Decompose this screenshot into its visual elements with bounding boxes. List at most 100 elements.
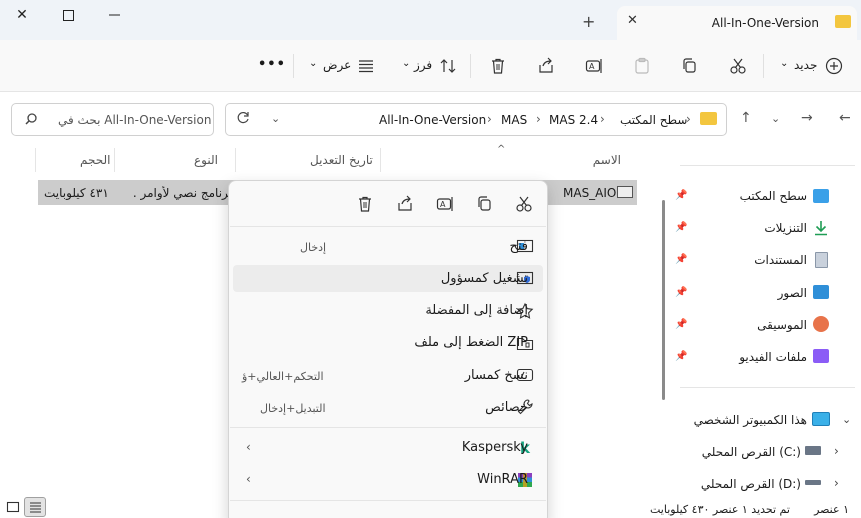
tab-title: All-In-One-Version — [711, 16, 819, 30]
new-item-icon[interactable] — [823, 55, 845, 77]
toolbar-divider — [763, 54, 764, 78]
this-pc-icon — [812, 412, 830, 426]
breadcrumb-separator: › — [600, 112, 605, 126]
forward-button[interactable]: → — [801, 110, 813, 126]
sidebar-item-videos[interactable]: ملفات الفيديو — [739, 350, 807, 364]
sidebar-item-drive-c[interactable]: القرص المحلي (C:) — [702, 445, 801, 459]
menu-shortcut-properties: التبديل+إدخال — [260, 402, 326, 415]
tiles-view-button[interactable] — [6, 500, 20, 514]
sidebar-item-this-pc[interactable]: هذا الكمبيوتر الشخصي — [694, 413, 807, 427]
menu-item-open[interactable]: فتح — [509, 239, 528, 254]
copy-icon[interactable] — [679, 55, 701, 77]
column-divider[interactable] — [35, 148, 36, 172]
column-divider[interactable] — [114, 148, 115, 172]
share-icon[interactable] — [535, 55, 557, 77]
minimize-window-button[interactable] — [103, 4, 125, 26]
refresh-button[interactable] — [236, 111, 250, 125]
cut-icon[interactable] — [727, 55, 749, 77]
menu-item-properties[interactable]: خصائص — [485, 400, 528, 415]
breadcrumb-separator: › — [536, 112, 541, 126]
status-selection: تم تحديد ١ عنصر ٤٣٠ كيلوبايت — [650, 503, 790, 516]
column-header-size[interactable]: الحجم — [80, 153, 110, 167]
pin-icon: 📌 — [675, 319, 688, 330]
breadcrumb-desktop[interactable]: سطح المكتب — [620, 113, 687, 127]
column-divider[interactable] — [235, 148, 236, 172]
toolbar-divider — [293, 54, 294, 78]
column-divider[interactable] — [380, 148, 381, 172]
folder-icon — [700, 112, 717, 125]
menu-item-compress-zip[interactable]: الضغط إلى ملف ZIP — [414, 335, 528, 350]
pin-icon: 📌 — [675, 351, 688, 362]
chevron-left-icon: ‹ — [246, 440, 251, 454]
new-button[interactable]: جديد — [794, 58, 817, 72]
new-tab-button[interactable]: + — [582, 12, 595, 31]
breadcrumb-current[interactable]: All-In-One-Version — [379, 113, 486, 127]
chevron-down-icon[interactable]: ⌄ — [309, 58, 317, 69]
chevron-right-icon[interactable]: › — [834, 476, 839, 490]
breadcrumb-mas24[interactable]: MAS 2.4 — [549, 113, 598, 127]
menu-item-run-as-admin[interactable]: تشغيل كمسؤول — [441, 271, 528, 286]
column-header-modified[interactable]: تاريخ التعديل — [310, 153, 373, 167]
sidebar-item-drive-d[interactable]: القرص المحلي (D:) — [701, 477, 801, 491]
details-view-button[interactable] — [24, 497, 46, 517]
menu-item-kaspersky[interactable]: Kaspersky — [462, 440, 528, 455]
delete-icon[interactable] — [356, 195, 374, 213]
menu-item-winrar[interactable]: WinRAR — [477, 472, 528, 487]
pin-icon: 📌 — [675, 222, 688, 233]
chevron-right-icon[interactable]: › — [834, 444, 839, 458]
maximize-window-button[interactable] — [57, 4, 79, 26]
rename-icon[interactable]: A — [436, 195, 454, 213]
chevron-left-icon: ‹ — [246, 472, 251, 486]
menu-item-copy-as-path[interactable]: نسخ كمسار — [465, 368, 528, 383]
search-placeholder: بحث في All-In-One-Version — [58, 113, 212, 127]
batch-file-icon — [617, 186, 633, 198]
menu-item-add-favorites[interactable]: إضافة إلى المفضلة — [425, 303, 528, 318]
sidebar-item-pictures[interactable]: الصور — [778, 286, 807, 300]
share-icon[interactable] — [396, 195, 414, 213]
pin-icon: 📌 — [675, 254, 688, 265]
toolbar-divider — [470, 54, 471, 78]
sidebar-item-documents[interactable]: المستندات — [754, 253, 807, 267]
tiles-view-icon — [6, 501, 20, 513]
column-header-name[interactable]: الاسم — [593, 153, 621, 167]
sort-button[interactable]: فرز — [414, 58, 432, 72]
scrollbar-thumb[interactable] — [662, 200, 665, 400]
chevron-down-icon[interactable]: ⌄ — [842, 413, 851, 426]
column-header-type[interactable]: النوع — [194, 153, 218, 167]
close-window-button[interactable]: ✕ — [11, 4, 33, 26]
copy-icon[interactable] — [476, 195, 494, 213]
svg-text:A: A — [440, 200, 446, 209]
view-button[interactable]: عرض — [323, 58, 351, 72]
sidebar-divider — [680, 165, 855, 166]
sidebar-item-downloads[interactable]: التنزيلات — [764, 221, 807, 235]
download-icon — [813, 220, 829, 236]
file-size: ٤٣١ كيلوبايت — [44, 186, 109, 200]
up-button[interactable]: ↑ — [740, 110, 752, 126]
menu-shortcut-open: إدخال — [300, 241, 327, 254]
sort-icon[interactable] — [437, 55, 459, 77]
address-history-button[interactable]: ⌄ — [271, 112, 280, 125]
delete-icon[interactable] — [487, 55, 509, 77]
more-options-button[interactable]: ••• — [258, 57, 286, 72]
minimize-icon — [108, 14, 120, 16]
breadcrumb-mas[interactable]: MAS — [501, 113, 527, 127]
view-icon[interactable] — [355, 55, 377, 77]
menu-divider — [230, 226, 546, 227]
cut-icon[interactable] — [515, 195, 533, 213]
chevron-down-icon[interactable]: ⌄ — [780, 58, 788, 69]
refresh-icon — [237, 111, 249, 124]
status-item-count: ١ عنصر — [814, 503, 849, 516]
paste-icon[interactable] — [631, 55, 653, 77]
breadcrumb-separator: › — [487, 112, 492, 126]
recent-locations-button[interactable]: ⌄ — [771, 112, 780, 125]
back-button[interactable]: ← — [839, 110, 851, 126]
menu-divider — [230, 500, 546, 501]
pin-icon: 📌 — [675, 190, 688, 201]
tab-close-button[interactable]: ✕ — [627, 13, 638, 28]
chevron-down-icon[interactable]: ⌄ — [402, 58, 410, 69]
file-type: برنامج نصي لأوامر ... — [132, 186, 232, 200]
menu-shortcut-copy-path: التحكم+العالي+ؤ — [242, 370, 324, 383]
sidebar-item-music[interactable]: الموسيقى — [757, 318, 807, 332]
sidebar-item-desktop[interactable]: سطح المكتب — [740, 189, 807, 203]
rename-icon[interactable]: A — [583, 55, 605, 77]
